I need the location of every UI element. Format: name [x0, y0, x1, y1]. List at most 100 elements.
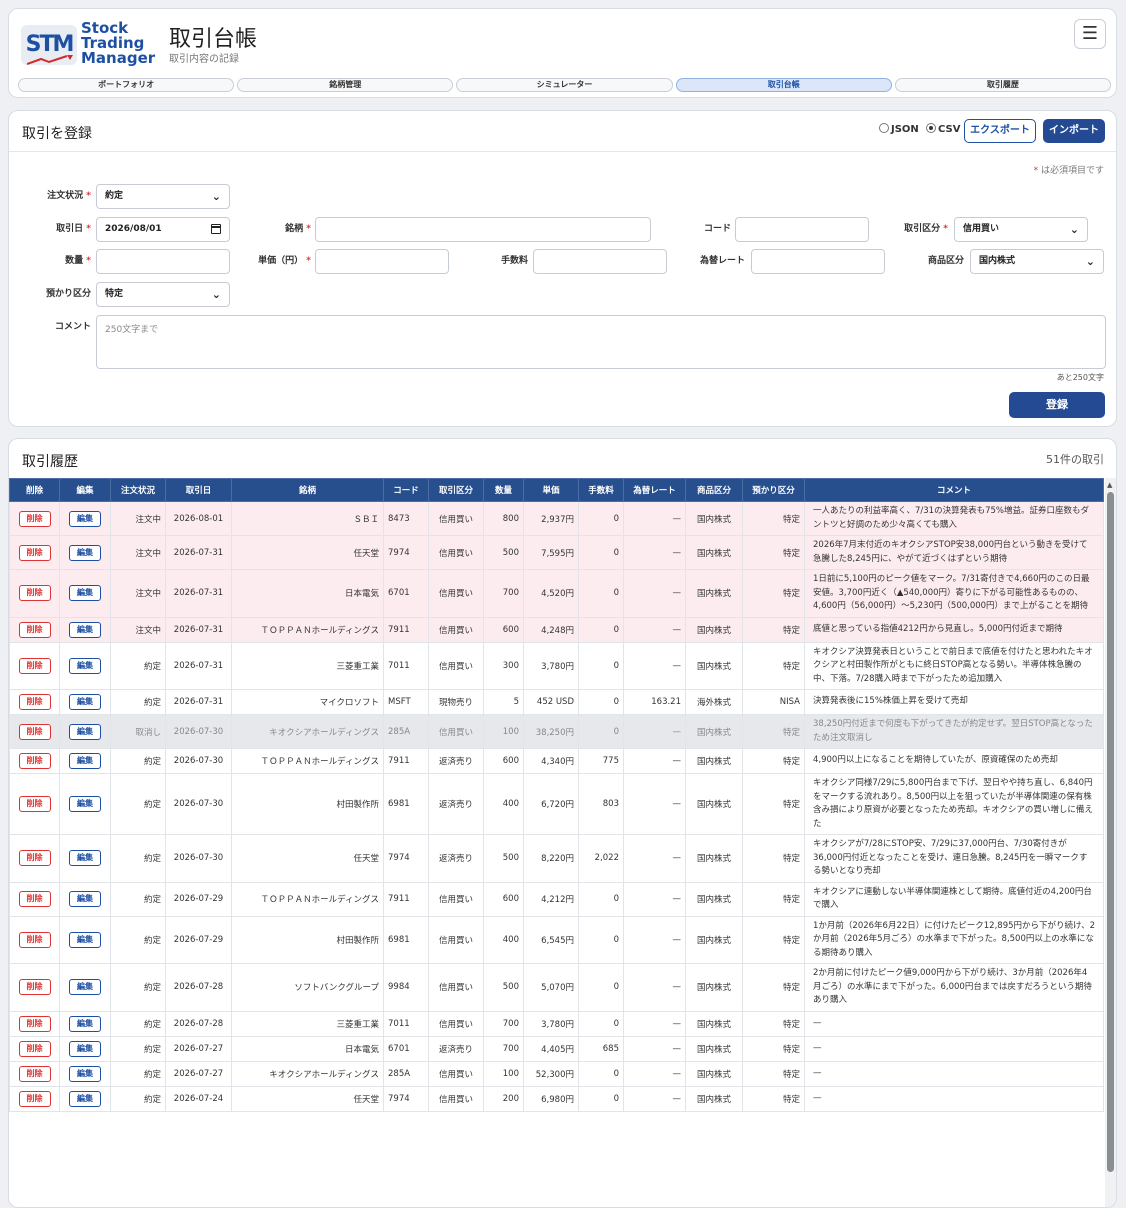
edit-button[interactable]: 編集 — [69, 850, 101, 867]
delete-cell: 削除 — [9, 881, 60, 917]
delete-button[interactable]: 削除 — [18, 723, 51, 740]
delete-cell: 削除 — [9, 1010, 60, 1037]
logo-arrow-icon — [27, 55, 73, 65]
edit-button[interactable]: 編集 — [69, 510, 101, 527]
trade-type-cell: 信用買い — [428, 1060, 484, 1087]
import-button[interactable]: インポート — [1043, 119, 1105, 143]
order-status-cell: 約定 — [110, 915, 166, 964]
delete-button[interactable]: 削除 — [18, 1090, 51, 1107]
scrollbar-thumb[interactable] — [1107, 492, 1114, 1172]
delete-cell: 削除 — [9, 616, 60, 643]
tab-stock-management[interactable]: 銘柄管理 — [237, 78, 454, 92]
stock-name-cell: 日本電気 — [231, 1035, 384, 1062]
app-logo[interactable]: STM Stock Trading Manager — [21, 21, 157, 69]
edit-button[interactable]: 編集 — [69, 753, 101, 769]
tab-trade-ledger[interactable]: 取引台帳 — [675, 78, 892, 92]
delete-button[interactable]: 削除 — [18, 979, 51, 996]
delete-button[interactable]: 削除 — [18, 1065, 51, 1082]
delete-button[interactable]: 削除 — [18, 891, 51, 907]
product-cell: 国内株式 — [685, 1035, 743, 1062]
delete-button[interactable]: 削除 — [18, 621, 51, 638]
code-cell: 7011 — [383, 641, 429, 690]
edit-button[interactable]: 編集 — [69, 931, 101, 948]
export-button[interactable]: エクスポート — [964, 119, 1036, 143]
trade-type-label: 取引区分 * — [904, 224, 948, 234]
fx-rate-cell: — — [623, 834, 686, 883]
fx-rate-cell: — — [623, 569, 686, 618]
price-input[interactable] — [315, 249, 449, 274]
edit-button[interactable]: 編集 — [69, 1040, 101, 1057]
delete-button[interactable]: 削除 — [18, 753, 51, 769]
code-input[interactable] — [735, 217, 869, 242]
edit-button[interactable]: 編集 — [69, 891, 101, 907]
edit-button[interactable]: 編集 — [69, 585, 101, 602]
tab-portfolio[interactable]: ポートフォリオ — [18, 78, 235, 92]
product-cell: 国内株式 — [685, 535, 743, 570]
trade-type-cell: 信用買い — [428, 641, 484, 690]
tab-trade-history[interactable]: 取引履歴 — [894, 78, 1112, 92]
csv-radio[interactable]: CSV — [926, 123, 960, 135]
quantity-cell: 700 — [483, 1010, 524, 1037]
edit-cell: 編集 — [59, 881, 111, 917]
deposit-cell: 特定 — [742, 535, 805, 570]
trade-type-cell: 信用買い — [428, 535, 484, 570]
table-row: 削除 編集 注文中 2026-08-01 ＳＢＩ 8473 信用買い 800 2,937円 0— 国… — [9, 501, 1104, 536]
quantity-cell: 600 — [483, 616, 524, 643]
edit-cell: 編集 — [59, 1035, 111, 1062]
trade-date-cell: 2026-07-27 — [165, 1060, 232, 1087]
scrollbar[interactable]: ▲ — [1105, 478, 1116, 1207]
quantity-cell: 300 — [483, 641, 524, 690]
register-button[interactable]: 登録 — [1009, 392, 1105, 418]
order-status-cell: 約定 — [110, 748, 166, 774]
delete-button[interactable]: 削除 — [18, 1015, 51, 1032]
fx-rate-input[interactable] — [751, 249, 885, 274]
edit-button[interactable]: 編集 — [69, 796, 101, 812]
delete-button[interactable]: 削除 — [18, 544, 51, 561]
quantity-cell: 500 — [483, 834, 524, 883]
trade-type-cell: 信用買い — [428, 714, 484, 749]
edit-button[interactable]: 編集 — [69, 1090, 101, 1107]
scroll-up-icon[interactable]: ▲ — [1107, 481, 1112, 489]
order-status-select[interactable]: 約定 ⌄ — [96, 184, 230, 209]
price-cell: 4,520円 — [523, 569, 579, 618]
edit-button[interactable]: 編集 — [69, 621, 101, 638]
code-cell: 6701 — [383, 1035, 429, 1062]
stock-name-input[interactable] — [315, 217, 651, 242]
edit-button[interactable]: 編集 — [69, 979, 101, 996]
delete-button[interactable]: 削除 — [18, 694, 51, 710]
edit-button[interactable]: 編集 — [69, 1015, 101, 1032]
order-status-cell: 約定 — [110, 1060, 166, 1087]
delete-button[interactable]: 削除 — [18, 931, 51, 948]
trade-date-input[interactable]: 2026/08/01 — [96, 217, 230, 242]
fee-input[interactable] — [533, 249, 667, 274]
edit-button[interactable]: 編集 — [69, 544, 101, 561]
delete-button[interactable]: 削除 — [18, 850, 51, 867]
delete-button[interactable]: 削除 — [18, 1040, 51, 1057]
edit-button[interactable]: 編集 — [69, 1065, 101, 1082]
fx-rate-cell: — — [623, 1085, 686, 1112]
order-status-cell: 約定 — [110, 641, 166, 690]
edit-button[interactable]: 編集 — [69, 657, 101, 674]
trade-type-select[interactable]: 信用買い ⌄ — [954, 217, 1088, 242]
edit-button[interactable]: 編集 — [69, 723, 101, 740]
delete-button[interactable]: 削除 — [18, 510, 51, 527]
stock-name-cell: ＳＢＩ — [231, 501, 384, 536]
product-select[interactable]: 国内株式 ⌄ — [970, 249, 1104, 274]
price-cell: 8,220円 — [523, 834, 579, 883]
column-header: コメント — [804, 478, 1104, 502]
fx-rate-label: 為替レート — [699, 256, 745, 266]
delete-button[interactable]: 削除 — [18, 796, 51, 812]
tab-simulator[interactable]: シミュレーター — [456, 78, 673, 92]
delete-button[interactable]: 削除 — [18, 657, 51, 674]
json-radio[interactable]: JSON — [879, 123, 919, 135]
table-row: 削除 編集 約定 2026-07-30 村田製作所 6981 返済売り 400 6,720円 80… — [9, 773, 1104, 835]
comment-textarea[interactable]: 250文字まで — [96, 315, 1106, 369]
trade-type-cell: 返済売り — [428, 773, 484, 835]
edit-button[interactable]: 編集 — [69, 694, 101, 710]
stock-name-cell: マイクロソフト — [231, 689, 384, 715]
deposit-select[interactable]: 特定 ⌄ — [96, 282, 230, 307]
quantity-input[interactable] — [96, 249, 230, 274]
delete-button[interactable]: 削除 — [18, 585, 51, 602]
hamburger-menu-button[interactable]: ☰ — [1074, 19, 1106, 49]
edit-cell: 編集 — [59, 1010, 111, 1037]
